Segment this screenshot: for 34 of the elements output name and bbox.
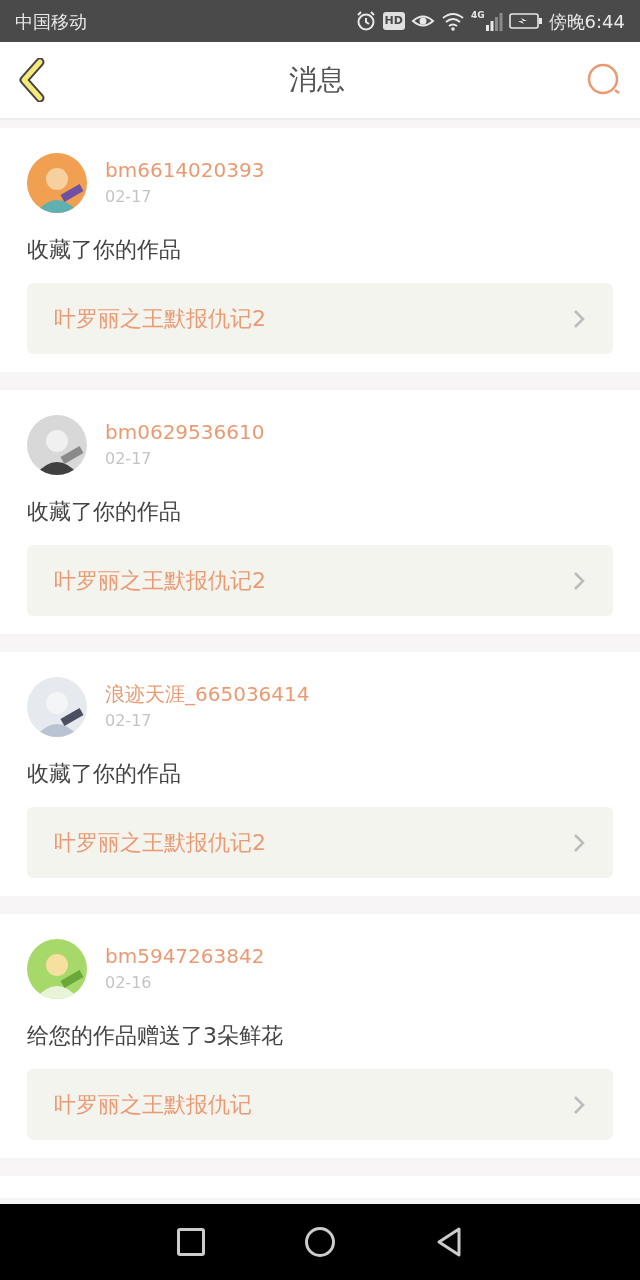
- user-name[interactable]: bm0629536610: [105, 419, 265, 445]
- user-name[interactable]: bm5947263842: [105, 943, 265, 969]
- work-link[interactable]: 叶罗丽之王默报仇记2: [27, 545, 613, 616]
- message-date: 02-17: [105, 186, 153, 208]
- user-name[interactable]: 浪迹天涯_665036414: [105, 681, 310, 707]
- battery-icon: [508, 12, 543, 30]
- back-icon: [18, 58, 46, 102]
- back-nav-button[interactable]: [435, 1226, 463, 1258]
- message-date: 02-16: [105, 972, 153, 994]
- clock-time: 傍晚6:44: [548, 9, 625, 34]
- chevron-right-icon: [572, 569, 586, 592]
- chevron-right-icon: [572, 1093, 586, 1116]
- triangle-back-icon: [435, 1226, 463, 1258]
- message-date: 02-17: [105, 448, 153, 470]
- work-link[interactable]: 叶罗丽之王默报仇记2: [27, 807, 613, 878]
- network-label: 4G: [470, 11, 485, 20]
- hd-badge: HD: [382, 12, 405, 30]
- home-button[interactable]: [305, 1227, 335, 1257]
- message-text: 收藏了你的作品: [27, 760, 182, 788]
- message-text: 收藏了你的作品: [27, 236, 182, 264]
- message-text: 收藏了你的作品: [27, 498, 182, 526]
- wifi-icon: [440, 11, 465, 31]
- chevron-right-icon: [572, 831, 586, 854]
- page-title: 消息: [289, 62, 345, 98]
- recent-apps-button[interactable]: [177, 1228, 205, 1256]
- work-link[interactable]: 叶罗丽之王默报仇记: [27, 1069, 613, 1140]
- carrier-name: 中国移动: [15, 9, 87, 34]
- chevron-right-icon: [572, 307, 586, 330]
- search-icon: [587, 63, 621, 97]
- signal-icon: [484, 11, 503, 31]
- user-name[interactable]: bm6614020393: [105, 157, 265, 183]
- work-link[interactable]: 叶罗丽之王默报仇记2: [27, 283, 613, 354]
- message-text: 给您的作品赠送了3朵鲜花: [27, 1022, 284, 1050]
- message-date: 02-17: [105, 710, 153, 732]
